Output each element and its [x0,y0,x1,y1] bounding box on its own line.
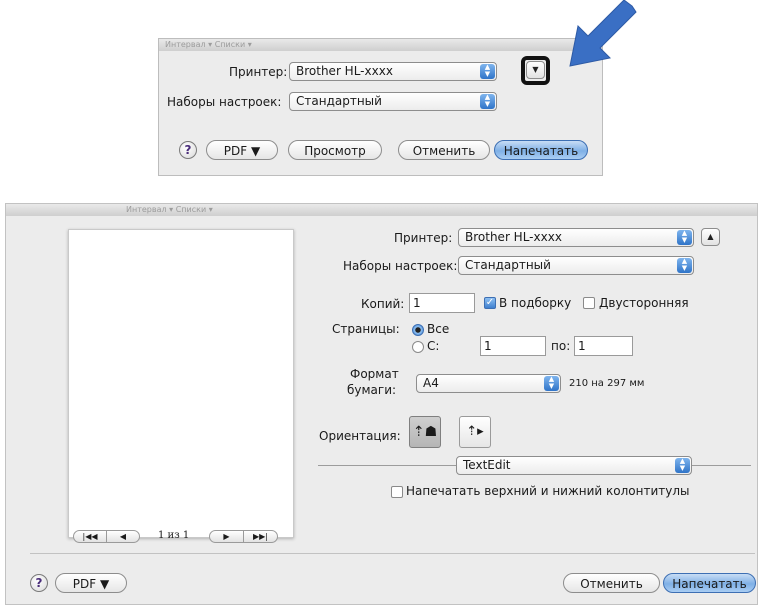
paper-size-popup[interactable]: A4 ▲ ▼ [416,374,561,393]
collapse-button[interactable]: ▲ [701,228,720,246]
pdf-button[interactable]: PDF ▼ [206,140,278,160]
duplex-checkbox[interactable] [583,297,595,309]
duplex-label: Двусторонняя [599,296,689,310]
top-print-dialog: Интервал ▾ Списки ▾ Принтер: Brother HL-… [158,38,603,176]
pages-to-field[interactable]: 1 [574,336,633,356]
page-preview [68,229,294,538]
paper-size-label-line1: Формат [350,367,399,381]
header-footer-label: Напечатать верхний и нижний колонтитулы [406,484,690,498]
presets-popup-value: Стандартный [465,258,551,272]
collate-checkbox[interactable]: ✓ [484,297,496,309]
paper-size-dims: 210 на 297 мм [569,378,645,389]
presets-popup[interactable]: Стандартный ▲ ▼ [289,92,497,111]
paper-size-popup-value: A4 [423,376,439,390]
presets-popup-value: Стандартный [296,94,382,108]
previous-page-icon: ◀ [119,532,127,541]
pages-from-radio[interactable] [412,341,424,353]
printer-popup-value: Brother HL-xxxx [296,64,393,78]
print-button[interactable]: Напечатать [663,573,756,593]
portrait-orientation-icon: ⇡☗ [412,424,438,440]
popup-arrows-icon: ▲ ▼ [544,376,559,391]
bottom-dialog-ghost-toolbar: Интервал ▾ Списки ▾ [126,205,213,214]
page-counter: 1 из 1 [158,530,190,541]
orientation-landscape-button[interactable]: ⇡▸ [459,416,491,448]
popup-arrows-icon: ▲ ▼ [675,458,690,473]
section-popup-value: TextEdit [463,458,511,472]
top-dialog-ghost-toolbar: Интервал ▾ Списки ▾ [165,40,252,49]
collate-label: В подборку [499,296,572,310]
presets-popup[interactable]: Стандартный ▲ ▼ [458,256,694,275]
orientation-portrait-button[interactable]: ⇡☗ [409,416,441,448]
checkmark-icon: ✓ [485,297,495,308]
triangle-up-icon: ▲ [707,232,714,241]
landscape-orientation-icon: ⇡▸ [466,424,484,439]
next-page-icon: ▶ [223,532,230,541]
popup-arrows-icon: ▲ ▼ [677,230,692,245]
triangle-down-icon: ▼ [532,65,539,74]
bottom-print-dialog: Интервал ▾ Списки ▾ |◀◀ ◀ 1 из 1 ▶ ▶▶| П… [5,203,758,605]
first-page-icon: |◀◀ [82,532,98,541]
printer-popup[interactable]: Brother HL-xxxx ▲ ▼ [458,228,694,247]
paper-size-label-line2: бумаги: [347,383,397,397]
preview-button[interactable]: Просмотр [288,140,382,160]
printer-label: Принтер: [229,65,288,79]
pages-label: Страницы: [332,322,400,336]
printer-label: Принтер: [394,231,453,245]
expand-button[interactable]: ▼ [526,61,545,79]
blue-arrow-icon [569,0,637,67]
bottom-dialog-toolbar-strip [6,204,757,216]
pages-all-label: Все [427,322,450,336]
header-footer-checkbox[interactable] [391,486,403,498]
copies-label: Копий: [361,297,405,311]
popup-arrows-icon: ▲ ▼ [480,64,495,79]
cancel-button[interactable]: Отменить [563,573,660,593]
pages-from-label: С: [427,339,440,353]
help-button[interactable]: ? [179,141,197,159]
first-page-button[interactable]: |◀◀ [73,530,107,543]
orientation-label: Ориентация: [319,429,401,443]
previous-page-button[interactable]: ◀ [106,530,140,543]
pages-to-label: по: [551,339,571,353]
cancel-button[interactable]: Отменить [398,140,490,160]
next-page-button[interactable]: ▶ [209,530,244,543]
last-page-icon: ▶▶| [253,532,268,541]
copies-field[interactable]: 1 [409,293,475,313]
presets-label: Наборы настроек: [343,259,458,273]
printer-popup-value: Brother HL-xxxx [465,230,562,244]
bottom-bar-divider [30,553,755,554]
pages-all-radio[interactable] [412,324,424,336]
print-button[interactable]: Напечатать [494,140,588,160]
last-page-button[interactable]: ▶▶| [243,530,278,543]
section-popup[interactable]: TextEdit ▲ ▼ [456,456,692,475]
popup-arrows-icon: ▲ ▼ [480,94,495,109]
presets-label: Наборы настроек: [167,95,282,109]
printer-popup[interactable]: Brother HL-xxxx ▲ ▼ [289,62,497,81]
pdf-button[interactable]: PDF ▼ [55,573,127,593]
help-button[interactable]: ? [30,574,48,592]
pages-from-field[interactable]: 1 [480,336,546,356]
popup-arrows-icon: ▲ ▼ [677,258,692,273]
